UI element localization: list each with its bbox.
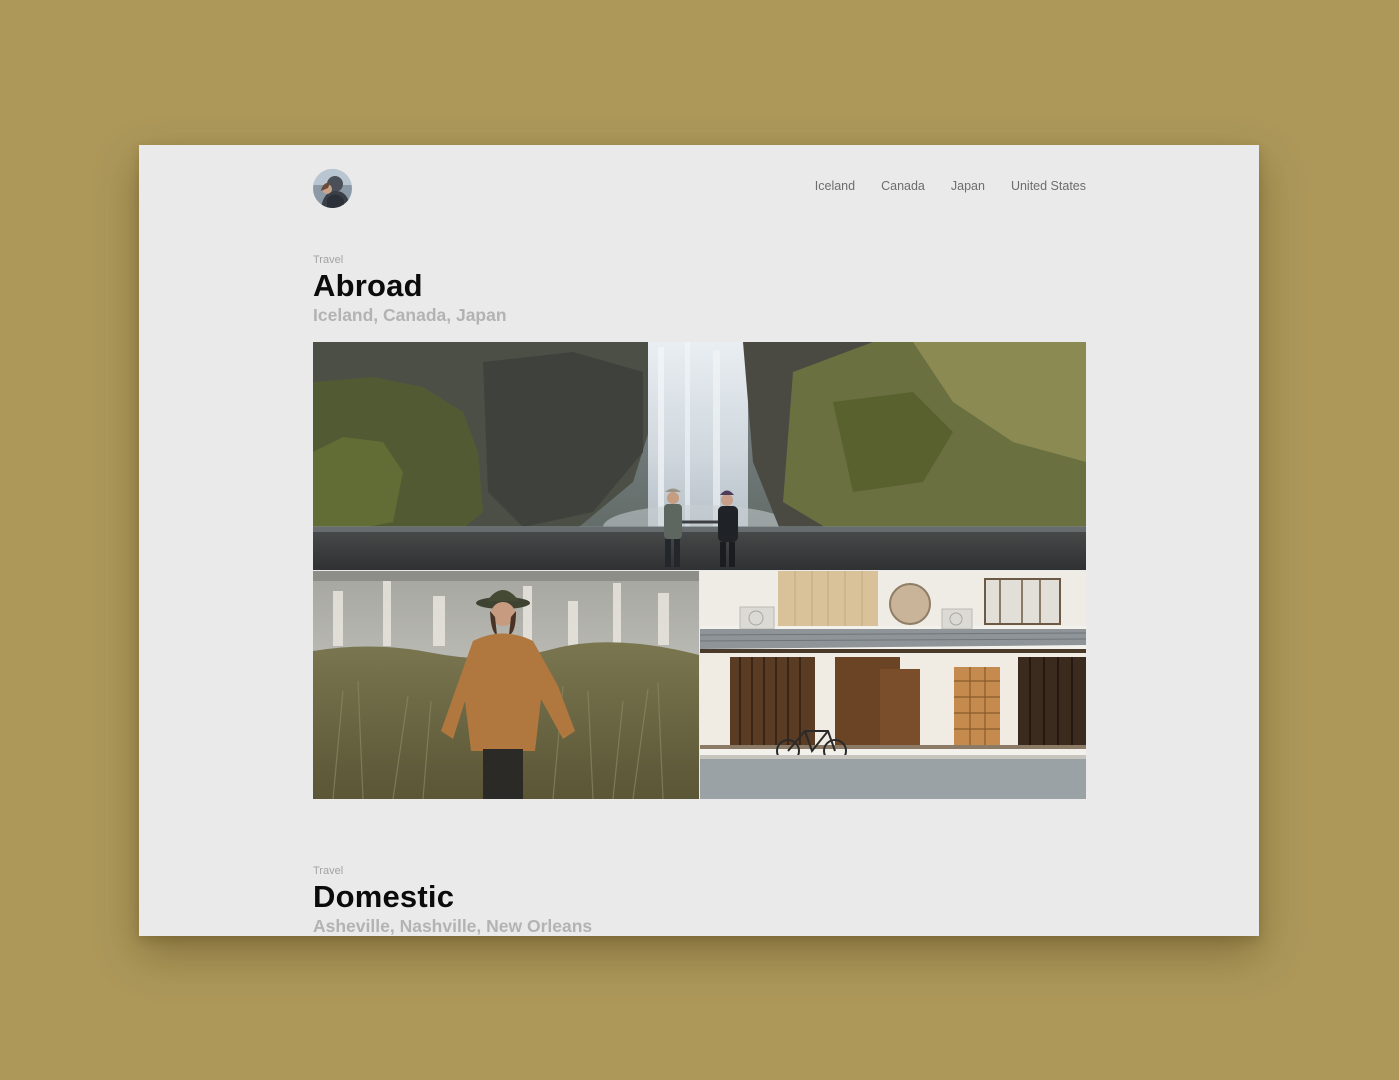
- woman-in-field-photo[interactable]: [313, 571, 699, 799]
- nav-link-canada[interactable]: Canada: [881, 179, 925, 193]
- section-subtitle: Iceland, Canada, Japan: [313, 305, 507, 325]
- waterfall-couple-photo[interactable]: [313, 342, 1086, 570]
- nav-link-united-states[interactable]: United States: [1011, 179, 1086, 193]
- top-nav: Iceland Canada Japan United States: [815, 179, 1086, 193]
- browser-window: Iceland Canada Japan United States Trave…: [139, 145, 1259, 936]
- nav-link-japan[interactable]: Japan: [951, 179, 985, 193]
- japanese-storefront-photo[interactable]: [700, 571, 1086, 799]
- section-title[interactable]: Abroad: [313, 269, 1086, 303]
- section-kicker: Travel: [313, 865, 344, 877]
- section-abroad: Travel Abroad Iceland, Canada, Japan: [313, 254, 1086, 326]
- nav-link-iceland[interactable]: Iceland: [815, 179, 855, 193]
- profile-avatar-icon[interactable]: [313, 169, 352, 208]
- section-subtitle: Asheville, Nashville, New Orleans: [313, 916, 593, 936]
- section-title[interactable]: Domestic: [313, 880, 1086, 914]
- section-domestic: Travel Domestic Asheville, Nashville, Ne…: [313, 865, 1086, 936]
- section-kicker: Travel: [313, 254, 344, 266]
- photo-gallery-abroad: [313, 342, 1086, 799]
